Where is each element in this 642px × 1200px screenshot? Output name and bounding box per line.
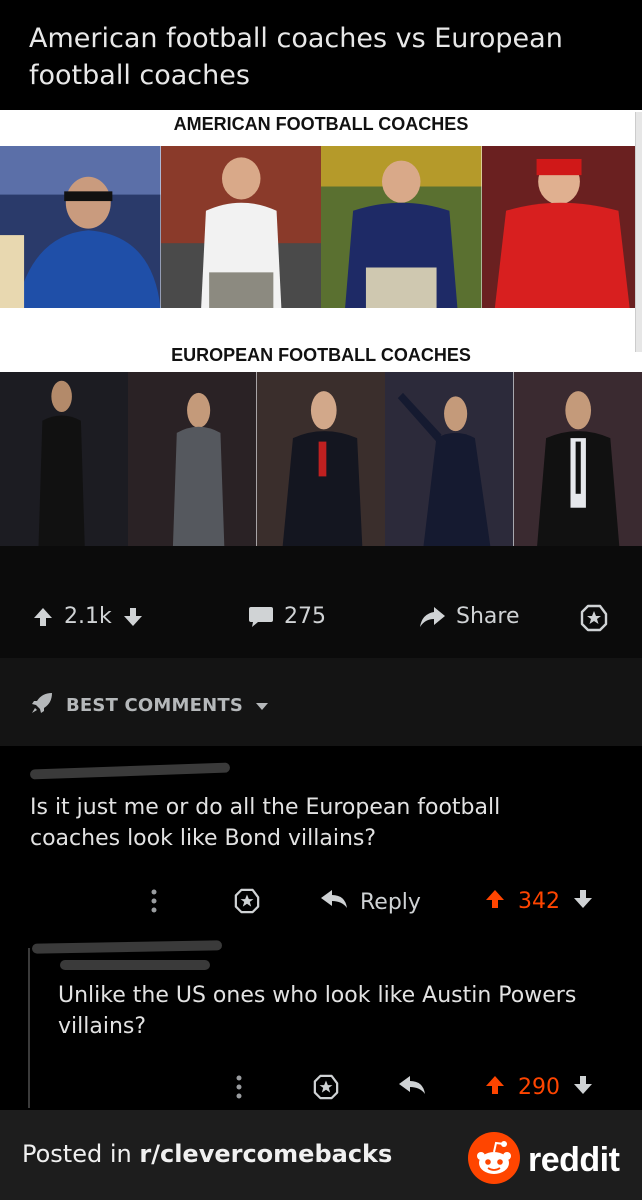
- european-coaches-photos: [0, 372, 642, 546]
- comments-button[interactable]: 275: [248, 604, 326, 629]
- upvote-count: 2.1k: [64, 604, 112, 629]
- post-action-bar: 2.1k 275 Share: [0, 546, 642, 658]
- arrow-down-icon[interactable]: [122, 606, 144, 628]
- reply-button[interactable]: Reply: [320, 888, 421, 916]
- arrow-up-icon[interactable]: [484, 1074, 506, 1100]
- coach-photo: [321, 146, 482, 308]
- comment-vote-group: 342: [484, 888, 594, 914]
- comment-count: 275: [284, 604, 326, 629]
- image-scrollbar: [635, 112, 642, 352]
- reddit-wordmark: reddit: [528, 1140, 620, 1179]
- star-icon: [313, 1074, 339, 1104]
- more-options-button[interactable]: [150, 888, 158, 918]
- comment-reply: Unlike the US ones who look like Austin …: [0, 934, 642, 1110]
- arrow-down-icon[interactable]: [572, 888, 594, 914]
- american-coaches-photos: [0, 146, 642, 308]
- comment-score: 290: [518, 1074, 560, 1100]
- reddit-alien-icon: [468, 1132, 520, 1188]
- reply-arrow-icon: [398, 1074, 426, 1100]
- reply-arrow-icon: [320, 888, 348, 916]
- share-label: Share: [456, 604, 520, 629]
- save-button[interactable]: [580, 604, 608, 632]
- save-comment-button[interactable]: [313, 1074, 339, 1104]
- comment-body: Is it just me or do all the European foo…: [30, 795, 501, 851]
- vertical-dots-icon: [150, 888, 158, 918]
- more-options-button[interactable]: [235, 1074, 243, 1104]
- comment-vote-group: 290: [484, 1074, 594, 1100]
- arrow-up-icon[interactable]: [484, 888, 506, 914]
- arrow-up-icon[interactable]: [32, 606, 54, 628]
- comment-author-redacted: [60, 960, 210, 970]
- post-image[interactable]: AMERICAN FOOTBALL COACHES EUROPEAN FOOTB…: [0, 110, 642, 546]
- comment-author-redacted: [29, 762, 231, 780]
- reddit-logo: reddit: [468, 1132, 620, 1188]
- rocket-icon: [30, 691, 54, 719]
- vote-group: 2.1k: [32, 604, 144, 629]
- save-comment-button[interactable]: [234, 888, 260, 918]
- posted-in-text: Posted in r/clevercomebacks: [22, 1140, 392, 1168]
- coach-photo: [128, 372, 257, 546]
- post-title: American football coaches vs European fo…: [0, 0, 642, 110]
- coach-photo: [0, 372, 129, 546]
- coach-photo: [0, 146, 161, 308]
- image-heading-american: AMERICAN FOOTBALL COACHES: [173, 114, 469, 134]
- caret-down-icon: [255, 696, 269, 715]
- comment-score: 342: [518, 888, 560, 914]
- comment-sort-bar[interactable]: BEST COMMENTS: [0, 658, 642, 746]
- image-heading-european: EUROPEAN FOOTBALL COACHES: [171, 345, 471, 365]
- star-icon: [234, 888, 260, 918]
- share-button[interactable]: Share: [418, 604, 520, 629]
- comment-body: Unlike the US ones who look like Austin …: [58, 983, 577, 1039]
- comment-author-redacted: [31, 940, 223, 954]
- reply-button[interactable]: [398, 1074, 426, 1100]
- comment: Is it just me or do all the European foo…: [0, 746, 642, 934]
- coach-photo: [160, 146, 321, 308]
- arrow-down-icon[interactable]: [572, 1074, 594, 1100]
- coach-photo: [513, 372, 642, 546]
- reply-label: Reply: [360, 889, 421, 915]
- coach-photo: [256, 372, 386, 546]
- vertical-dots-icon: [235, 1074, 243, 1104]
- star-icon: [580, 604, 608, 632]
- speech-bubble-icon: [248, 605, 274, 629]
- sort-label: BEST COMMENTS: [66, 694, 244, 716]
- share-arrow-icon: [418, 605, 446, 629]
- thread-line: [28, 948, 30, 1108]
- posted-in-footer: Posted in r/clevercomebacks reddit: [0, 1110, 642, 1200]
- coach-photo: [385, 372, 514, 546]
- subreddit-link[interactable]: r/clevercomebacks: [139, 1140, 392, 1168]
- coach-photo: [481, 146, 642, 308]
- posted-in-label: Posted in: [22, 1140, 140, 1168]
